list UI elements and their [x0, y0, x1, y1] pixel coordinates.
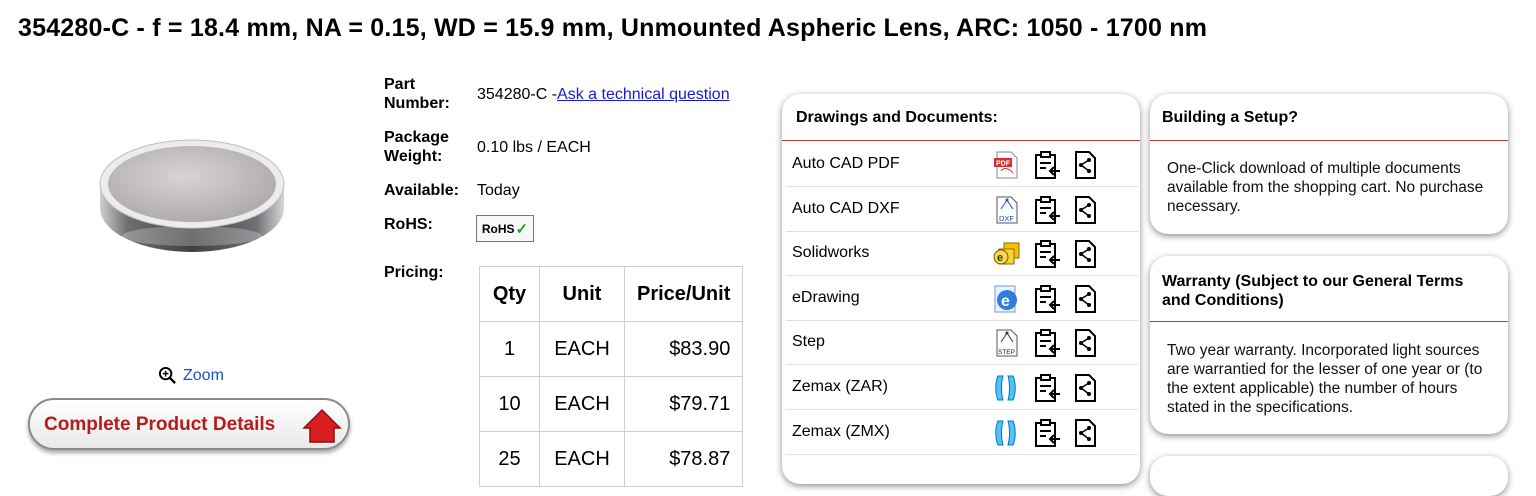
drawings-documents-panel: Drawings and Documents: Auto CAD PDF PDF A…	[782, 94, 1140, 484]
price-cell: $83.90	[623, 321, 744, 377]
doc-name: Auto CAD DXF	[792, 199, 900, 217]
clipboard-icon[interactable]	[1032, 328, 1062, 358]
share-icon[interactable]	[1070, 284, 1100, 314]
qty-cell: 1	[479, 321, 540, 377]
doc-name: Zemax (ZMX)	[792, 422, 890, 440]
pdf-icon[interactable]: PDF	[992, 150, 1022, 180]
solidworks-icon[interactable]: e	[992, 239, 1022, 269]
magnifier-icon	[158, 366, 176, 384]
next-panel	[1150, 456, 1508, 496]
qty-cell: 25	[479, 431, 540, 487]
pricing-header-row: Qty Unit Price/Unit	[479, 266, 744, 322]
svg-text:STEP: STEP	[998, 349, 1015, 356]
zemax-lens-icon[interactable]	[992, 418, 1022, 448]
drawings-documents-title: Drawings and Documents:	[782, 94, 1140, 141]
doc-row[interactable]: Auto CAD PDF PDF	[786, 143, 1138, 187]
arrow-up-icon	[302, 408, 342, 443]
doc-name: Auto CAD PDF	[792, 155, 900, 172]
package-weight-value: 0.10 lbs / EACH	[477, 139, 591, 156]
table-row: 25 EACH $78.87	[479, 431, 744, 487]
price-header: Price/Unit	[623, 266, 744, 322]
unit-cell: EACH	[539, 431, 625, 487]
table-row: 10 EACH $79.71	[479, 376, 744, 432]
zoom-label: Zoom	[183, 366, 224, 384]
pricing-label: Pricing:	[384, 264, 444, 281]
share-icon[interactable]	[1070, 195, 1100, 225]
rohs-badge: RoHS ✓	[476, 215, 534, 242]
doc-row[interactable]: Zemax (ZMX)	[786, 411, 1138, 455]
page-title: 354280-C - f = 18.4 mm, NA = 0.15, WD = …	[18, 14, 1208, 42]
share-icon[interactable]	[1070, 418, 1100, 448]
checkmark-icon: ✓	[515, 220, 529, 238]
building-setup-text: One-Click download of multiple documents…	[1167, 160, 1484, 215]
warranty-text: Two year warranty. Incorporated light so…	[1167, 342, 1483, 416]
doc-row[interactable]: Zemax (ZAR)	[786, 366, 1138, 410]
building-setup-title: Building a Setup?	[1150, 94, 1508, 141]
doc-name: Solidworks	[792, 244, 870, 262]
edrawing-icon[interactable]: e	[992, 284, 1022, 314]
ask-technical-question-link[interactable]: Ask a technical question	[557, 86, 730, 103]
step-icon[interactable]: STEP	[992, 328, 1022, 358]
share-icon[interactable]	[1070, 373, 1100, 403]
doc-row[interactable]: Auto CAD DXF DXF	[786, 188, 1138, 232]
share-icon[interactable]	[1070, 239, 1100, 269]
doc-name: Step	[792, 333, 825, 351]
clipboard-icon[interactable]	[1032, 373, 1062, 403]
zemax-lens-icon[interactable]	[992, 373, 1022, 403]
clipboard-icon[interactable]	[1032, 284, 1062, 314]
svg-text:PDF: PDF	[996, 161, 1011, 168]
unit-header: Unit	[539, 266, 625, 322]
share-icon[interactable]	[1070, 328, 1100, 358]
building-setup-panel: Building a Setup? One-Click download of …	[1150, 94, 1508, 234]
details-button-label: Complete Product Details	[44, 414, 276, 435]
dxf-icon[interactable]: DXF	[992, 195, 1022, 225]
doc-name: eDrawing	[792, 288, 860, 306]
part-number-value: 354280-C -Ask a technical question	[477, 86, 730, 103]
unit-cell: EACH	[539, 321, 625, 377]
svg-text:e: e	[1001, 293, 1010, 310]
clipboard-icon[interactable]	[1032, 239, 1062, 269]
doc-row[interactable]: Step STEP	[786, 321, 1138, 366]
doc-name: Zemax (ZAR)	[792, 378, 888, 395]
part-number-label: Part Number:	[384, 76, 450, 112]
doc-row[interactable]: Solidworks e	[786, 232, 1138, 277]
package-weight-label: Package Weight:	[384, 129, 449, 165]
complete-product-details-button[interactable]: Complete Product Details	[28, 398, 350, 450]
svg-text:DXF: DXF	[999, 214, 1014, 223]
table-row: 1 EACH $83.90	[479, 321, 744, 377]
available-label: Available:	[384, 182, 459, 199]
share-icon[interactable]	[1070, 150, 1100, 180]
qty-cell: 10	[479, 376, 540, 432]
unit-cell: EACH	[539, 376, 625, 432]
warranty-title: Warranty (Subject to our General Terms a…	[1150, 256, 1508, 322]
svg-text:e: e	[997, 252, 1003, 264]
doc-row[interactable]: eDrawing e	[786, 277, 1138, 321]
qty-header: Qty	[479, 266, 540, 322]
clipboard-icon[interactable]	[1032, 418, 1062, 448]
available-value: Today	[477, 182, 520, 199]
price-cell: $78.87	[623, 431, 744, 487]
zoom-link[interactable]: Zoom	[158, 366, 224, 385]
rohs-label: RoHS:	[384, 216, 433, 233]
product-image[interactable]	[96, 136, 288, 254]
warranty-panel: Warranty (Subject to our General Terms a…	[1150, 256, 1508, 434]
clipboard-icon[interactable]	[1032, 195, 1062, 225]
clipboard-icon[interactable]	[1032, 150, 1062, 180]
pricing-table: Qty Unit Price/Unit 1 EACH $83.90 10 EAC…	[479, 266, 744, 487]
price-cell: $79.71	[623, 376, 744, 432]
